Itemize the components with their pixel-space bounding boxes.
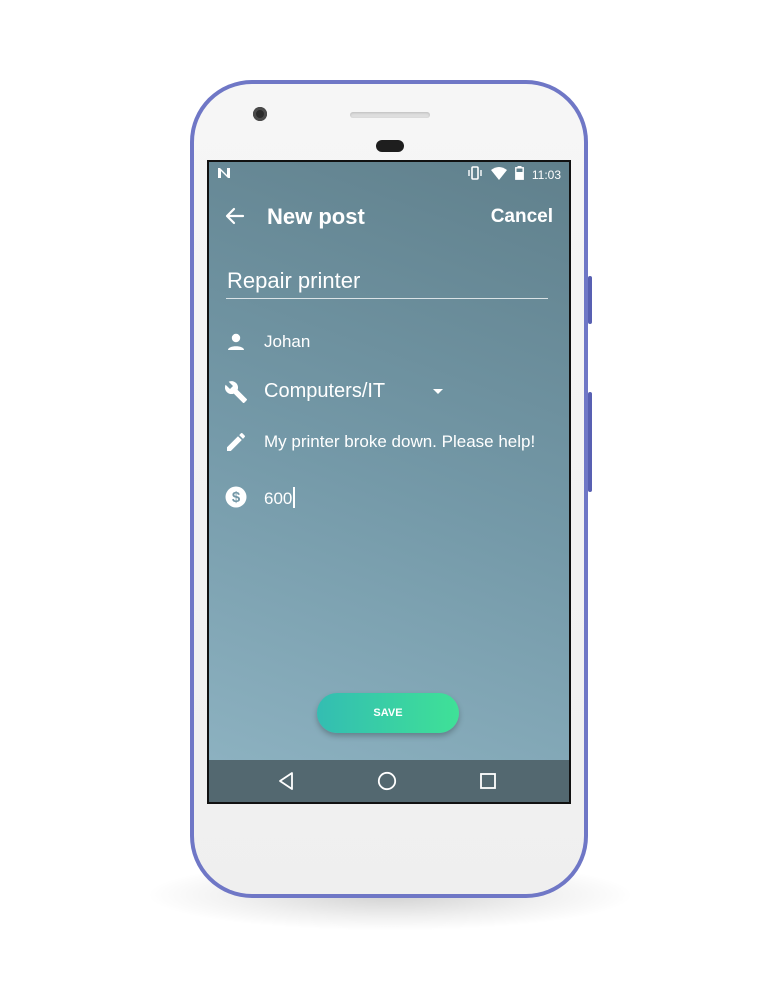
page-title: New post xyxy=(267,204,365,229)
post-title-input[interactable]: Repair printer xyxy=(226,256,548,299)
earpiece-speaker xyxy=(350,112,430,118)
author-value: Johan xyxy=(264,332,311,351)
price-row[interactable]: $ 600 xyxy=(209,477,569,517)
person-icon xyxy=(224,330,248,354)
price-value: 600 xyxy=(264,489,293,508)
phone-body: 11:03 New post Cancel Repair printer Joh… xyxy=(194,84,584,894)
volume-side-button xyxy=(588,392,592,492)
description-row[interactable]: My printer broke down. Please help! xyxy=(209,422,569,462)
dollar-icon: $ xyxy=(224,485,248,509)
save-button[interactable]: SAVE xyxy=(317,693,459,733)
post-title-value: Repair printer xyxy=(227,268,361,293)
recents-square-icon[interactable] xyxy=(479,771,497,796)
wrench-icon xyxy=(224,380,248,404)
category-dropdown[interactable]: Computers/IT xyxy=(209,372,569,412)
wifi-icon xyxy=(490,166,507,183)
navigation-bar xyxy=(209,760,569,802)
status-bar: 11:03 xyxy=(209,162,569,186)
proximity-sensor xyxy=(376,140,404,152)
cancel-button[interactable]: Cancel xyxy=(491,206,553,228)
battery-icon xyxy=(514,166,524,183)
phone-frame: 11:03 New post Cancel Repair printer Joh… xyxy=(190,80,592,898)
author-row[interactable]: Johan xyxy=(209,322,569,362)
back-triangle-icon[interactable] xyxy=(277,771,295,796)
vibrate-icon xyxy=(467,166,483,183)
toolbar: New post Cancel xyxy=(209,192,569,244)
phone-screen: 11:03 New post Cancel Repair printer Joh… xyxy=(207,160,571,804)
dropdown-arrow-icon[interactable] xyxy=(433,389,443,394)
svg-text:$: $ xyxy=(232,489,241,506)
status-time: 11:03 xyxy=(531,167,561,182)
front-camera xyxy=(253,107,267,121)
n-notification-icon xyxy=(217,167,231,182)
home-circle-icon[interactable] xyxy=(377,771,397,796)
category-value: Computers/IT xyxy=(264,380,386,402)
power-side-button xyxy=(588,276,592,324)
text-cursor xyxy=(293,487,296,508)
description-value: My printer broke down. Please help! xyxy=(264,432,536,451)
pencil-icon xyxy=(224,430,248,454)
arrow-back-icon[interactable] xyxy=(223,204,247,233)
price-input[interactable]: 600 xyxy=(264,487,296,509)
status-icons: 11:03 xyxy=(467,166,561,183)
